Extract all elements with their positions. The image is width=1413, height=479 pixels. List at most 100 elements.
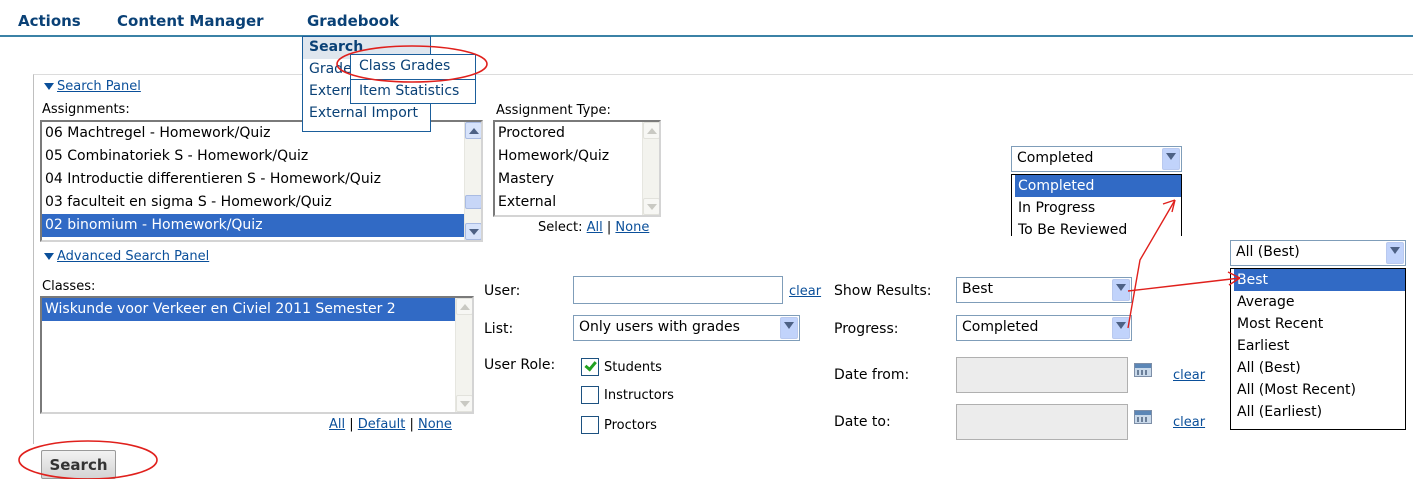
menu-item-class-grades[interactable]: Class Grades [351, 55, 475, 79]
status-select-value: Completed [1017, 150, 1094, 166]
scroll-down-button[interactable] [465, 223, 481, 240]
assignments-listbox[interactable]: 06 Machtregel - Homework/Quiz 05 Combinat… [40, 120, 483, 242]
assignment-type-scrollbar[interactable] [642, 122, 659, 215]
scroll-up-button[interactable] [465, 122, 481, 139]
classes-listbox[interactable]: Wiskunde voor Verkeer en Civiel 2011 Sem… [40, 296, 474, 414]
date-from-clear-link[interactable]: clear [1173, 368, 1205, 383]
separator: | [349, 417, 354, 432]
assignments-scrollbar[interactable] [464, 122, 481, 240]
scroll-thumb[interactable] [465, 195, 481, 209]
select-none-link[interactable]: None [615, 220, 649, 235]
scroll-down-button[interactable] [456, 395, 472, 412]
advanced-panel-toggle[interactable]: Advanced Search Panel [44, 249, 209, 264]
select-label: Select: [538, 220, 583, 235]
user-role-label: User Role: [484, 357, 556, 373]
assignment-option[interactable]: 05 Combinatoriek S - Homework/Quiz [42, 145, 464, 168]
results-type-value: All (Best) [1236, 244, 1300, 260]
results-type-option[interactable]: Most Recent [1234, 313, 1405, 335]
arrow-up-icon [469, 128, 479, 134]
results-type-options-list[interactable]: Best Average Most Recent Earliest All (Best)… [1230, 268, 1406, 430]
search-panel-link[interactable]: Search Panel [57, 79, 141, 94]
class-option[interactable]: Wiskunde voor Verkeer en Civiel 2011 Sem… [42, 298, 455, 321]
list-select[interactable]: Only users with grades [573, 315, 800, 341]
status-select[interactable]: Completed [1011, 146, 1182, 172]
assignment-type-option[interactable]: External [495, 191, 642, 214]
status-options-list[interactable]: Completed In Progress To Be Reviewed [1011, 174, 1182, 236]
select-all-link[interactable]: All [587, 220, 603, 235]
date-to-clear-link[interactable]: clear [1173, 415, 1205, 430]
menu-actions[interactable]: Actions [18, 12, 81, 30]
date-from-input[interactable] [956, 357, 1128, 393]
checkbox-students[interactable] [581, 358, 599, 376]
assignment-type-option[interactable]: Proctored [495, 122, 642, 145]
results-type-option[interactable]: Average [1234, 291, 1405, 313]
show-results-select[interactable]: Best [956, 277, 1132, 303]
progress-select[interactable]: Completed [956, 315, 1132, 341]
date-to-input[interactable] [956, 404, 1128, 440]
chevron-down-icon [1116, 322, 1126, 329]
menu-item-item-statistics[interactable]: Item Statistics [351, 79, 475, 103]
classes-none-link[interactable]: None [418, 417, 452, 432]
dropdown-button[interactable] [1112, 317, 1130, 339]
menu-item-external-import[interactable]: External Import [303, 103, 430, 125]
results-type-option[interactable]: Earliest [1234, 335, 1405, 357]
status-option[interactable]: In Progress [1015, 197, 1181, 219]
results-type-select[interactable]: All (Best) [1230, 240, 1406, 266]
search-submenu: Class Grades Item Statistics [350, 54, 476, 104]
assignment-type-option[interactable]: Mastery [495, 168, 642, 191]
progress-select-value: Completed [962, 319, 1039, 335]
select-links: Select: All | None [538, 220, 649, 235]
classes-label: Classes: [42, 279, 96, 294]
user-clear-link[interactable]: clear [789, 284, 821, 299]
results-type-option[interactable]: Best [1234, 269, 1405, 291]
assignment-option[interactable]: 03 faculteit en sigma S - Homework/Quiz [42, 191, 464, 214]
assignment-type-listbox[interactable]: Proctored Homework/Quiz Mastery External [493, 120, 661, 217]
user-input[interactable] [573, 276, 783, 304]
dropdown-button[interactable] [1112, 279, 1130, 301]
status-option[interactable]: To Be Reviewed [1015, 219, 1181, 236]
classes-default-link[interactable]: Default [358, 417, 406, 432]
progress-label: Progress: [834, 321, 899, 337]
assignments-label: Assignments: [42, 102, 130, 117]
arrow-up-icon [647, 128, 657, 134]
classes-all-link[interactable]: All [329, 417, 345, 432]
scroll-up-button[interactable] [456, 298, 472, 315]
search-panel-toggle[interactable]: Search Panel [44, 79, 141, 94]
role-label: Instructors [604, 388, 674, 403]
advanced-panel-link[interactable]: Advanced Search Panel [57, 249, 209, 264]
chevron-down-icon [1166, 153, 1176, 160]
assignment-type-option[interactable]: Homework/Quiz [495, 145, 642, 168]
results-type-option[interactable]: All (Best) [1234, 357, 1405, 379]
checkbox-proctors[interactable] [581, 416, 599, 434]
checkmark-icon [584, 358, 597, 372]
collapse-triangle-icon [44, 83, 54, 90]
arrow-down-icon [647, 204, 657, 210]
dropdown-button[interactable] [780, 317, 798, 339]
results-type-option[interactable]: All (Most Recent) [1234, 379, 1405, 401]
menu-divider [0, 35, 1413, 37]
scroll-down-button[interactable] [643, 198, 659, 215]
dropdown-button[interactable] [1386, 242, 1404, 264]
arrow-up-icon [460, 304, 470, 310]
date-from-label: Date from: [834, 367, 910, 383]
collapse-triangle-icon [44, 253, 54, 260]
list-select-value: Only users with grades [579, 319, 740, 335]
status-option[interactable]: Completed [1015, 175, 1181, 197]
classes-scrollbar[interactable] [455, 298, 472, 412]
search-button[interactable]: Search [41, 450, 116, 479]
menu-gradebook[interactable]: Gradebook [307, 12, 399, 30]
assignment-option[interactable]: 02 binomium - Homework/Quiz [42, 214, 464, 237]
date-to-label: Date to: [834, 414, 891, 430]
assignment-option[interactable]: 04 Introductie differentieren S - Homewo… [42, 168, 464, 191]
arrow-down-icon [460, 401, 470, 407]
dropdown-button[interactable] [1162, 148, 1180, 170]
menu-content-manager[interactable]: Content Manager [117, 12, 264, 30]
checkbox-instructors[interactable] [581, 386, 599, 404]
arrow-down-icon [469, 229, 479, 235]
scroll-up-button[interactable] [643, 122, 659, 139]
calendar-icon[interactable] [1134, 363, 1152, 377]
show-results-value: Best [962, 281, 994, 297]
calendar-icon[interactable] [1134, 410, 1152, 424]
separator: | [409, 417, 414, 432]
results-type-option[interactable]: All (Earliest) [1234, 401, 1405, 423]
